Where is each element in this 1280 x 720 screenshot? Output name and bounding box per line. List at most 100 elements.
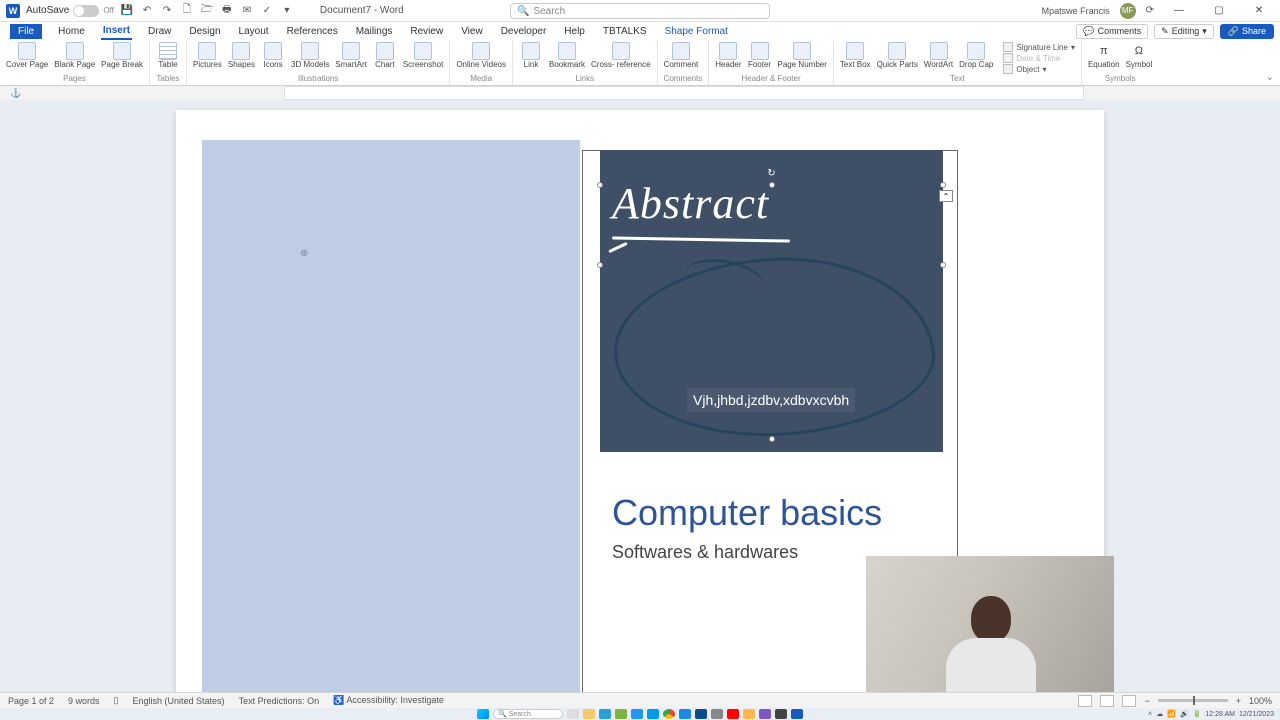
drop-cap-button[interactable]: Drop Cap [959, 42, 993, 69]
screenshot-button[interactable]: Screenshot [403, 42, 443, 69]
spelling-icon[interactable]: ✓ [260, 4, 274, 18]
tab-view[interactable]: View [459, 24, 485, 39]
document-subtitle[interactable]: Softwares & hardwares [612, 542, 798, 563]
status-language[interactable]: English (United States) [133, 696, 225, 706]
status-predictions[interactable]: Text Predictions: On [239, 696, 320, 706]
tab-design[interactable]: Design [187, 24, 222, 39]
wordart-button[interactable]: WordArt [924, 42, 953, 69]
maximize-button[interactable]: ▢ [1204, 0, 1234, 22]
selection-handle[interactable] [940, 182, 946, 188]
blank-page-button[interactable]: Blank Page [54, 42, 95, 69]
edge-icon[interactable] [599, 709, 611, 719]
tab-help[interactable]: Help [562, 24, 587, 39]
bookmark-button[interactable]: Bookmark [549, 42, 585, 69]
word-taskbar-icon[interactable] [791, 709, 803, 719]
tab-layout[interactable]: Layout [237, 24, 271, 39]
pictures-button[interactable]: Pictures [193, 42, 222, 69]
chart-button[interactable]: Chart [373, 42, 397, 69]
chrome-icon[interactable] [663, 709, 675, 719]
tab-shape-format[interactable]: Shape Format [663, 24, 730, 39]
print-icon[interactable]: 🖶 [220, 4, 234, 18]
zoom-level[interactable]: 100% [1249, 696, 1272, 706]
view-web-button[interactable] [1122, 695, 1136, 707]
icons-button[interactable]: Icons [261, 42, 285, 69]
status-words[interactable]: 9 words [68, 696, 100, 706]
cover-page-button[interactable]: Cover Page [6, 42, 48, 69]
text-box-button[interactable]: Text Box [840, 42, 871, 69]
tab-developer[interactable]: Developer [499, 24, 549, 39]
qat-more-icon[interactable]: ▾ [280, 4, 294, 18]
open-icon[interactable]: 🗁 [200, 4, 214, 18]
youtube-icon[interactable] [727, 709, 739, 719]
selection-handle[interactable] [769, 182, 775, 188]
autosave-toggle[interactable]: AutoSave Off [26, 5, 114, 17]
shapes-button[interactable]: Shapes [228, 42, 255, 69]
page-break-button[interactable]: Page Break [101, 42, 143, 69]
share-button[interactable]: 🔗 Share [1220, 24, 1274, 39]
app-icon[interactable] [775, 709, 787, 719]
cross-reference-button[interactable]: Cross- reference [591, 42, 651, 69]
footer-button[interactable]: Footer [748, 42, 772, 69]
volume-icon[interactable]: 🔊 [1180, 710, 1189, 718]
zoom-in-button[interactable]: + [1236, 696, 1241, 706]
tray-chevron-icon[interactable]: ˄ [1148, 711, 1152, 718]
online-videos-button[interactable]: Online Videos [456, 42, 506, 69]
ink-drawing-shape[interactable]: ↻ ⌃ Abstract Vjh,jhbd,jzdbv,xdbvxcvbh [600, 150, 943, 452]
tab-review[interactable]: Review [408, 24, 445, 39]
new-icon[interactable]: 🗋 [180, 4, 194, 18]
date-time-button[interactable]: Date & Time [1003, 53, 1075, 63]
abstract-body-text[interactable]: Vjh,jhbd,jzdbv,xdbvxcvbh [687, 388, 855, 412]
zoom-out-button[interactable]: − [1144, 696, 1149, 706]
store-icon[interactable] [695, 709, 707, 719]
app-icon[interactable] [711, 709, 723, 719]
signature-line-button[interactable]: Signature Line ▾ [1003, 42, 1075, 52]
selection-handle[interactable] [769, 436, 775, 442]
user-avatar[interactable]: MF [1120, 3, 1136, 19]
selection-handle[interactable] [940, 262, 946, 268]
tab-references[interactable]: References [285, 24, 340, 39]
comments-button[interactable]: 💬 Comments [1076, 24, 1148, 39]
minimize-button[interactable]: — [1164, 0, 1194, 22]
save-icon[interactable]: 💾 [120, 4, 134, 18]
table-button[interactable]: Table [156, 42, 180, 69]
clock-date[interactable]: 12/21/2023 [1239, 711, 1274, 718]
app-icon[interactable] [647, 709, 659, 719]
user-name[interactable]: Mpatswe Francis [1042, 6, 1110, 16]
symbol-button[interactable]: ΩSymbol [1126, 42, 1153, 69]
link-button[interactable]: Link [519, 42, 543, 69]
redo-icon[interactable]: ↷ [160, 4, 174, 18]
app-icon[interactable] [759, 709, 771, 719]
3d-models-button[interactable]: 3D Models [291, 42, 329, 69]
horizontal-ruler[interactable] [284, 86, 1084, 100]
wifi-icon[interactable]: 📶 [1167, 710, 1176, 718]
close-button[interactable]: ✕ [1244, 0, 1274, 22]
undo-icon[interactable]: ↶ [140, 4, 154, 18]
app-icon[interactable] [679, 709, 691, 719]
status-accessibility[interactable]: ♿ Accessibility: Investigate [333, 695, 444, 706]
layout-options-button[interactable]: ⌃ [939, 190, 953, 202]
task-view-icon[interactable] [567, 709, 579, 719]
tab-draw[interactable]: Draw [146, 24, 173, 39]
view-focus-button[interactable] [1078, 695, 1092, 707]
tab-file[interactable]: File [10, 24, 42, 39]
selection-handle[interactable] [597, 262, 603, 268]
header-button[interactable]: Header [715, 42, 741, 69]
view-print-button[interactable] [1100, 695, 1114, 707]
folder-icon[interactable] [743, 709, 755, 719]
equation-button[interactable]: πEquation [1088, 42, 1120, 69]
tab-tbtalks[interactable]: TBTALKS [601, 24, 649, 39]
page-number-button[interactable]: Page Number [778, 42, 827, 69]
document-h1[interactable]: Computer basics [612, 492, 882, 534]
smartart-button[interactable]: SmartArt [335, 42, 367, 69]
object-button[interactable]: Object ▾ [1003, 64, 1075, 74]
selection-handle[interactable] [597, 182, 603, 188]
cloud-icon[interactable]: ☁ [1156, 710, 1163, 718]
start-button[interactable] [477, 709, 489, 719]
taskbar-search[interactable]: 🔍 Search [493, 709, 563, 719]
battery-icon[interactable]: 🔋 [1193, 710, 1202, 718]
app-icon[interactable] [615, 709, 627, 719]
clock-time[interactable]: 12:28 AM [1205, 711, 1235, 718]
editing-mode-button[interactable]: ✎ Editing ▾ [1154, 24, 1214, 39]
quick-parts-button[interactable]: Quick Parts [877, 42, 918, 69]
collapse-ribbon-button[interactable]: ⌄ [1266, 72, 1274, 83]
